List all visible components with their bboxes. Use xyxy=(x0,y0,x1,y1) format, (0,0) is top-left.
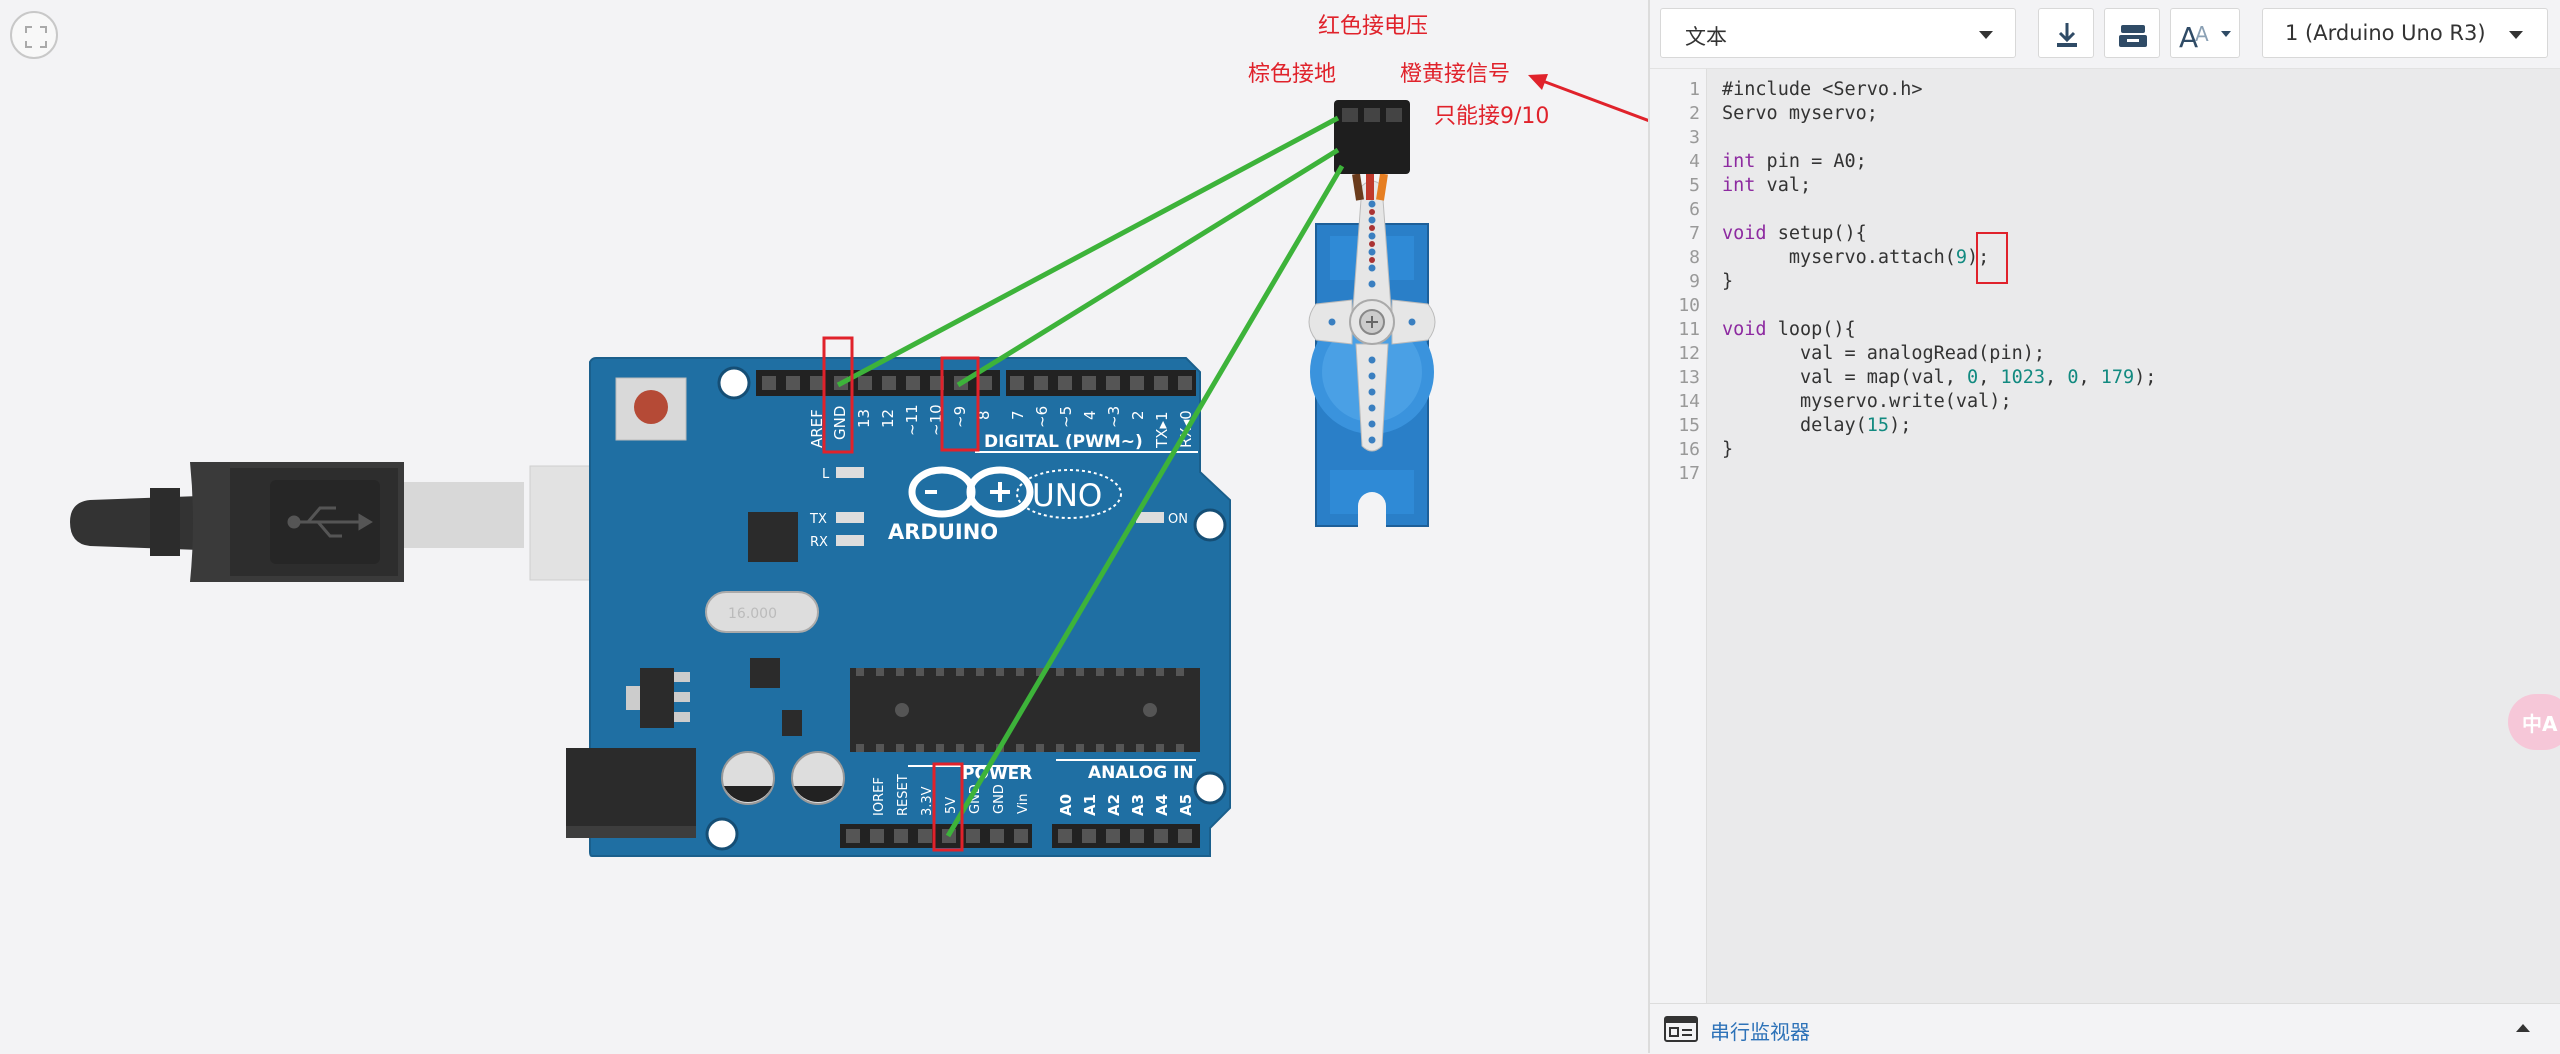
note-brown-ground: 棕色接地 xyxy=(1248,62,1337,87)
pin-label-9: ~9 xyxy=(951,406,969,428)
svg-text:A: A xyxy=(2195,22,2209,46)
pin-label-a1: A1 xyxy=(1081,794,1099,816)
download-button[interactable] xyxy=(2038,8,2094,58)
code-line[interactable]: int pin = A0; xyxy=(1722,151,1867,172)
note-orange-signal: 橙黄接信号 xyxy=(1400,62,1511,87)
chevron-up-icon[interactable] xyxy=(2516,1024,2530,1032)
code-line[interactable]: myservo.write(val); xyxy=(1722,391,2012,412)
code-line[interactable]: void loop(){ xyxy=(1722,319,1856,340)
uno-model-text: UNO xyxy=(1032,478,1102,514)
line-number: 9 xyxy=(1689,271,1700,292)
download-icon xyxy=(2057,23,2077,47)
line-number: 7 xyxy=(1689,223,1700,244)
pin-label-13: 13 xyxy=(855,409,873,428)
pin-label-5v: 5V xyxy=(944,797,959,814)
crystal-label: 16.000 xyxy=(728,606,777,622)
pin-label-12: 12 xyxy=(879,409,897,428)
line-number: 15 xyxy=(1678,415,1700,436)
code-line[interactable]: } xyxy=(1722,439,1733,460)
code-line[interactable]: val = analogRead(pin); xyxy=(1722,343,2045,364)
code-line[interactable]: val = map(val, 0, 1023, 0, 179); xyxy=(1722,367,2156,388)
line-number: 5 xyxy=(1689,175,1700,196)
pin-label-vin: Vin xyxy=(1016,794,1031,814)
translate-bubble[interactable]: 中A xyxy=(2508,694,2560,750)
pin-label-a5: A5 xyxy=(1177,794,1195,816)
code-line[interactable]: myservo.attach(9); xyxy=(1722,247,1990,268)
device-select-value: 1 (Arduino Uno R3) xyxy=(2285,21,2486,45)
device-select[interactable]: 1 (Arduino Uno R3) xyxy=(2262,8,2548,58)
note-red-voltage: 红色接电压 xyxy=(1318,14,1429,39)
code-line[interactable]: delay(15); xyxy=(1722,415,1911,436)
mode-select-value: 文本 xyxy=(1685,25,1727,49)
line-number: 8 xyxy=(1689,247,1700,268)
line-number: 6 xyxy=(1689,199,1700,220)
pin-label-4: 4 xyxy=(1081,410,1099,420)
pin-label-gnd: GND xyxy=(831,406,849,440)
pin-label-a4: A4 xyxy=(1153,794,1171,816)
code-toolbar: 文本 A A 1 (Arduino Uno R3) xyxy=(1650,0,2560,69)
line-number: 1 xyxy=(1689,79,1700,100)
pin-label-a2: A2 xyxy=(1105,794,1123,816)
on-led-label: ON xyxy=(1168,512,1188,527)
serial-monitor-bar[interactable]: 串行监视器 xyxy=(1650,1003,2560,1054)
code-line[interactable]: Servo myservo; xyxy=(1722,103,1878,124)
chevron-down-icon xyxy=(1979,31,1993,39)
pin-label-5: ~5 xyxy=(1057,406,1075,428)
line-number: 14 xyxy=(1678,391,1700,412)
library-button[interactable] xyxy=(2104,8,2160,58)
line-number-gutter: 1 2 3 4 5 6 7 8 9 10 11 12 13 14 15 16 17 xyxy=(1650,69,1707,1003)
wire-gnd xyxy=(836,115,1340,388)
code-highlight-box xyxy=(1976,232,2008,284)
line-number: 11 xyxy=(1678,319,1700,340)
led-label-tx: TX xyxy=(809,512,827,527)
pin-label-tx1: TX▸1 xyxy=(1153,411,1171,449)
pin-label-gnd-2: GND xyxy=(992,784,1007,814)
arduino-brand-text: ARDUINO xyxy=(888,520,998,544)
font-size-icon: A A xyxy=(2179,21,2231,54)
arduino-uno-board[interactable]: AREF GND 13 12 ~11 ~10 ~9 8 7 ~6 ~5 4 ~3… xyxy=(566,357,1231,857)
code-line[interactable]: #include <Servo.h> xyxy=(1722,79,1922,100)
library-icon xyxy=(2119,25,2147,47)
serial-monitor-icon xyxy=(1664,1016,1698,1042)
power-label: POWER xyxy=(962,764,1032,784)
line-number: 10 xyxy=(1678,295,1700,316)
pin-label-7: 7 xyxy=(1009,410,1027,420)
digital-pwm-label: DIGITAL (PWM~) xyxy=(984,432,1143,452)
line-number: 13 xyxy=(1678,367,1700,388)
code-panel: 文本 A A 1 (Arduino Uno R3) 1 2 3 4 5 6 7 … xyxy=(1648,0,2560,1054)
line-number: 16 xyxy=(1678,439,1700,460)
code-line[interactable]: void setup(){ xyxy=(1722,223,1867,244)
code-line[interactable]: } xyxy=(1722,271,1733,292)
font-size-button[interactable]: A A xyxy=(2170,8,2240,58)
pin-label-3: ~3 xyxy=(1105,406,1123,428)
code-line[interactable]: int val; xyxy=(1722,175,1811,196)
led-label-rx: RX xyxy=(810,535,828,550)
pin-label-reset: RESET xyxy=(896,774,911,816)
pin-label-2: 2 xyxy=(1129,410,1147,420)
line-number: 12 xyxy=(1678,343,1700,364)
line-number: 4 xyxy=(1689,151,1700,172)
line-number: 2 xyxy=(1689,103,1700,124)
pin-label-11: ~11 xyxy=(903,404,921,436)
pin-label-a0: A0 xyxy=(1057,794,1075,816)
analog-in-label: ANALOG IN xyxy=(1088,763,1194,783)
mode-select[interactable]: 文本 xyxy=(1660,8,2016,58)
line-number: 3 xyxy=(1689,127,1700,148)
circuit-canvas[interactable]: AREF GND 13 12 ~11 ~10 ~9 8 7 ~6 ~5 4 ~3… xyxy=(0,0,1648,1053)
pin-label-ioref: IOREF xyxy=(872,777,887,816)
line-number: 17 xyxy=(1678,463,1700,484)
servo-motor[interactable] xyxy=(1308,100,1436,528)
pin-label-6: ~6 xyxy=(1033,406,1051,428)
serial-monitor-label[interactable]: 串行监视器 xyxy=(1710,1016,1810,1045)
led-label-l: L xyxy=(822,467,830,482)
pin-label-a3: A3 xyxy=(1129,794,1147,816)
chevron-down-icon xyxy=(2509,31,2523,39)
code-editor[interactable]: 1 2 3 4 5 6 7 8 9 10 11 12 13 14 15 16 17 #include <Serv… xyxy=(1650,69,2560,1003)
translate-icon: 中A xyxy=(2522,712,2558,736)
note-only-pins: 只能接9/10 xyxy=(1434,104,1550,129)
